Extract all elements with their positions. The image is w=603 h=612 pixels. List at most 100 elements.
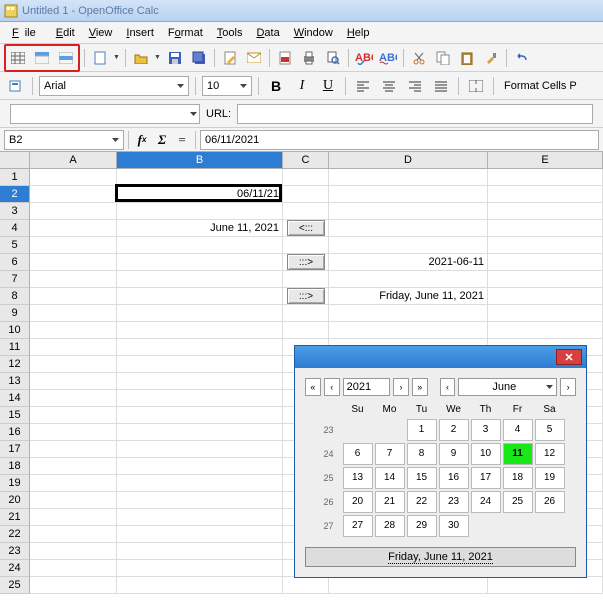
day-7[interactable]: 7 xyxy=(375,443,405,465)
toolbar-paintbrush-icon[interactable] xyxy=(480,47,502,69)
day-21[interactable]: 21 xyxy=(375,491,405,513)
day-22[interactable]: 22 xyxy=(407,491,437,513)
day-27[interactable]: 27 xyxy=(343,515,373,537)
col-header-D[interactable]: D xyxy=(329,152,488,169)
day-25[interactable]: 25 xyxy=(503,491,533,513)
cell-D8[interactable]: Friday, June 11, 2021 xyxy=(329,288,488,305)
url-combo[interactable] xyxy=(10,104,200,124)
toolbar-autospell-icon[interactable]: ABC xyxy=(377,47,399,69)
day-11[interactable]: 11 xyxy=(503,443,533,465)
cell-D6[interactable]: 2021-06-11 xyxy=(329,254,488,271)
merge-cells-icon[interactable] xyxy=(465,75,487,97)
toolbar-cut-icon[interactable] xyxy=(408,47,430,69)
function-wizard-icon[interactable]: fx xyxy=(133,131,151,149)
cell-C6[interactable]: :::> xyxy=(287,254,325,270)
col-header-A[interactable]: A xyxy=(30,152,117,169)
day-19[interactable]: 19 xyxy=(535,467,565,489)
year-next-fast-button[interactable]: » xyxy=(412,378,428,396)
col-header-C[interactable]: C xyxy=(283,152,329,169)
align-left-icon[interactable] xyxy=(352,75,374,97)
row-header-21[interactable]: 21 xyxy=(0,509,30,526)
calendar-banner[interactable]: Friday, June 11, 2021 xyxy=(305,547,576,567)
day-18[interactable]: 18 xyxy=(503,467,533,489)
url-input[interactable] xyxy=(237,104,593,124)
year-prev-fast-button[interactable]: « xyxy=(305,378,321,396)
calendar-titlebar[interactable]: ✕ xyxy=(295,346,586,368)
day-2[interactable]: 2 xyxy=(439,419,469,441)
row-header-8[interactable]: 8 xyxy=(0,288,30,305)
menu-file[interactable]: File xyxy=(6,25,48,41)
italic-button[interactable]: I xyxy=(291,75,313,97)
row-header-10[interactable]: 10 xyxy=(0,322,30,339)
formula-input[interactable]: 06/11/2021 xyxy=(200,130,599,150)
toolbar-spellcheck-icon[interactable]: ABC xyxy=(353,47,375,69)
format-cells-label[interactable]: Format Cells P xyxy=(500,80,581,92)
row-header-14[interactable]: 14 xyxy=(0,390,30,407)
toolbar-btn-row2[interactable] xyxy=(55,47,77,69)
day-28[interactable]: 28 xyxy=(375,515,405,537)
cell-C4[interactable]: <::: xyxy=(287,220,325,236)
day-16[interactable]: 16 xyxy=(439,467,469,489)
toolbar-save-icon[interactable] xyxy=(164,47,186,69)
align-justify-icon[interactable] xyxy=(430,75,452,97)
day-24[interactable]: 24 xyxy=(471,491,501,513)
menu-tools[interactable]: Tools xyxy=(211,25,249,41)
toolbar-saveall-icon[interactable] xyxy=(188,47,210,69)
menu-format[interactable]: Format xyxy=(162,25,209,41)
day-4[interactable]: 4 xyxy=(503,419,533,441)
menu-insert[interactable]: Insert xyxy=(120,25,160,41)
font-selector[interactable]: Arial xyxy=(39,76,189,96)
font-size-selector[interactable]: 10 xyxy=(202,76,252,96)
align-center-icon[interactable] xyxy=(378,75,400,97)
menu-window[interactable]: Window xyxy=(288,25,339,41)
toolbar-copy-icon[interactable] xyxy=(432,47,454,69)
styles-icon[interactable] xyxy=(4,75,26,97)
toolbar-btn-row1[interactable] xyxy=(31,47,53,69)
row-header-20[interactable]: 20 xyxy=(0,492,30,509)
day-26[interactable]: 26 xyxy=(535,491,565,513)
toolbar-pdf-icon[interactable] xyxy=(274,47,296,69)
menu-edit[interactable]: Edit xyxy=(50,25,81,41)
dropdown-icon[interactable]: ▼ xyxy=(154,54,162,61)
bold-button[interactable]: B xyxy=(265,75,287,97)
day-8[interactable]: 8 xyxy=(407,443,437,465)
month-box[interactable]: June xyxy=(458,378,557,396)
row-header-2[interactable]: 2 xyxy=(0,186,30,203)
sum-icon[interactable]: Σ xyxy=(153,131,171,149)
day-9[interactable]: 9 xyxy=(439,443,469,465)
select-all-corner[interactable] xyxy=(0,152,30,169)
day-10[interactable]: 10 xyxy=(471,443,501,465)
col-header-B[interactable]: B xyxy=(117,152,283,169)
toolbar-print-icon[interactable] xyxy=(298,47,320,69)
day-13[interactable]: 13 xyxy=(343,467,373,489)
day-15[interactable]: 15 xyxy=(407,467,437,489)
day-6[interactable]: 6 xyxy=(343,443,373,465)
year-prev-button[interactable]: ‹ xyxy=(324,378,340,396)
menu-help[interactable]: Help xyxy=(341,25,376,41)
row-header-1[interactable]: 1 xyxy=(0,169,30,186)
row-header-5[interactable]: 5 xyxy=(0,237,30,254)
toolbar-mail-icon[interactable] xyxy=(243,47,265,69)
align-right-icon[interactable] xyxy=(404,75,426,97)
menu-data[interactable]: Data xyxy=(250,25,285,41)
row-header-16[interactable]: 16 xyxy=(0,424,30,441)
year-box[interactable]: 2021 xyxy=(343,378,390,396)
toolbar-new-icon[interactable] xyxy=(89,47,111,69)
equals-icon[interactable]: = xyxy=(173,131,191,149)
row-header-24[interactable]: 24 xyxy=(0,560,30,577)
day-3[interactable]: 3 xyxy=(471,419,501,441)
menu-view[interactable]: View xyxy=(83,25,119,41)
row-header-19[interactable]: 19 xyxy=(0,475,30,492)
row-header-12[interactable]: 12 xyxy=(0,356,30,373)
cell-B4[interactable]: June 11, 2021 xyxy=(117,220,283,237)
row-header-25[interactable]: 25 xyxy=(0,577,30,594)
toolbar-undo-icon[interactable] xyxy=(511,47,533,69)
row-header-13[interactable]: 13 xyxy=(0,373,30,390)
day-1[interactable]: 1 xyxy=(407,419,437,441)
day-17[interactable]: 17 xyxy=(471,467,501,489)
year-next-button[interactable]: › xyxy=(393,378,409,396)
month-next-button[interactable]: › xyxy=(560,378,576,396)
row-header-23[interactable]: 23 xyxy=(0,543,30,560)
close-button[interactable]: ✕ xyxy=(556,349,582,365)
cell-B2[interactable]: 06/11/21 xyxy=(117,186,283,203)
